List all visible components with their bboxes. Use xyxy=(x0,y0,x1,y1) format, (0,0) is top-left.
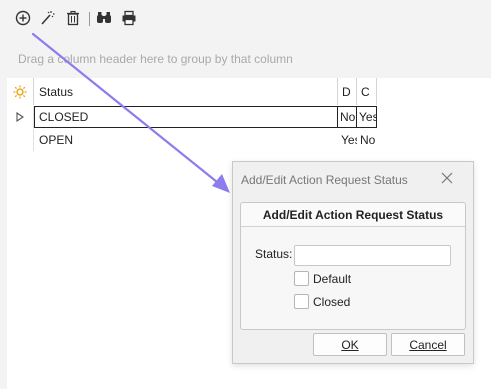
status-input[interactable] xyxy=(294,245,451,266)
cancel-button[interactable]: Cancel xyxy=(391,333,465,356)
printer-icon[interactable] xyxy=(120,9,138,27)
add-icon[interactable] xyxy=(14,9,32,27)
default-checkbox-label[interactable]: Default xyxy=(313,272,351,286)
add-edit-status-dialog: Add/Edit Action Request Status Add/Edit … xyxy=(232,161,474,364)
dialog-title: Add/Edit Action Request Status xyxy=(241,173,408,187)
group-box-caption: Add/Edit Action Request Status xyxy=(241,203,465,227)
close-icon[interactable] xyxy=(439,170,455,186)
group-by-panel[interactable]: Drag a column header here to group by th… xyxy=(0,38,491,78)
row-indicator xyxy=(7,129,34,151)
group-by-hint: Drag a column header here to group by th… xyxy=(18,52,293,66)
toolbar xyxy=(0,0,491,38)
cell-default[interactable]: Yes xyxy=(338,129,357,151)
cell-closed[interactable]: Yes xyxy=(357,106,377,128)
table-row[interactable]: CLOSED No Yes xyxy=(7,106,377,128)
closed-checkbox[interactable] xyxy=(294,294,309,309)
closed-checkbox-label[interactable]: Closed xyxy=(313,295,350,309)
column-header-closed[interactable]: C xyxy=(357,78,377,105)
column-header-status[interactable]: Status xyxy=(34,78,338,105)
default-checkbox[interactable] xyxy=(294,271,309,286)
row-indicator-icon xyxy=(7,106,34,128)
edit-wand-icon[interactable] xyxy=(38,9,56,27)
cell-status[interactable]: OPEN xyxy=(34,129,338,151)
trash-icon[interactable] xyxy=(64,9,82,27)
ok-button[interactable]: OK xyxy=(313,333,387,356)
column-chooser-icon[interactable] xyxy=(7,78,34,105)
table-row[interactable]: OPEN Yes No xyxy=(7,129,377,151)
column-header-default[interactable]: D xyxy=(338,78,357,105)
cell-default[interactable]: No xyxy=(338,106,357,128)
toolbar-separator xyxy=(89,12,90,26)
cell-closed[interactable]: No xyxy=(357,129,377,151)
column-header-row: Status D C xyxy=(7,78,377,105)
dialog-group-box: Add/Edit Action Request Status Status: D… xyxy=(240,202,466,330)
binoculars-icon[interactable] xyxy=(95,9,113,27)
cell-status[interactable]: CLOSED xyxy=(34,106,338,128)
status-label: Status: xyxy=(255,247,293,261)
